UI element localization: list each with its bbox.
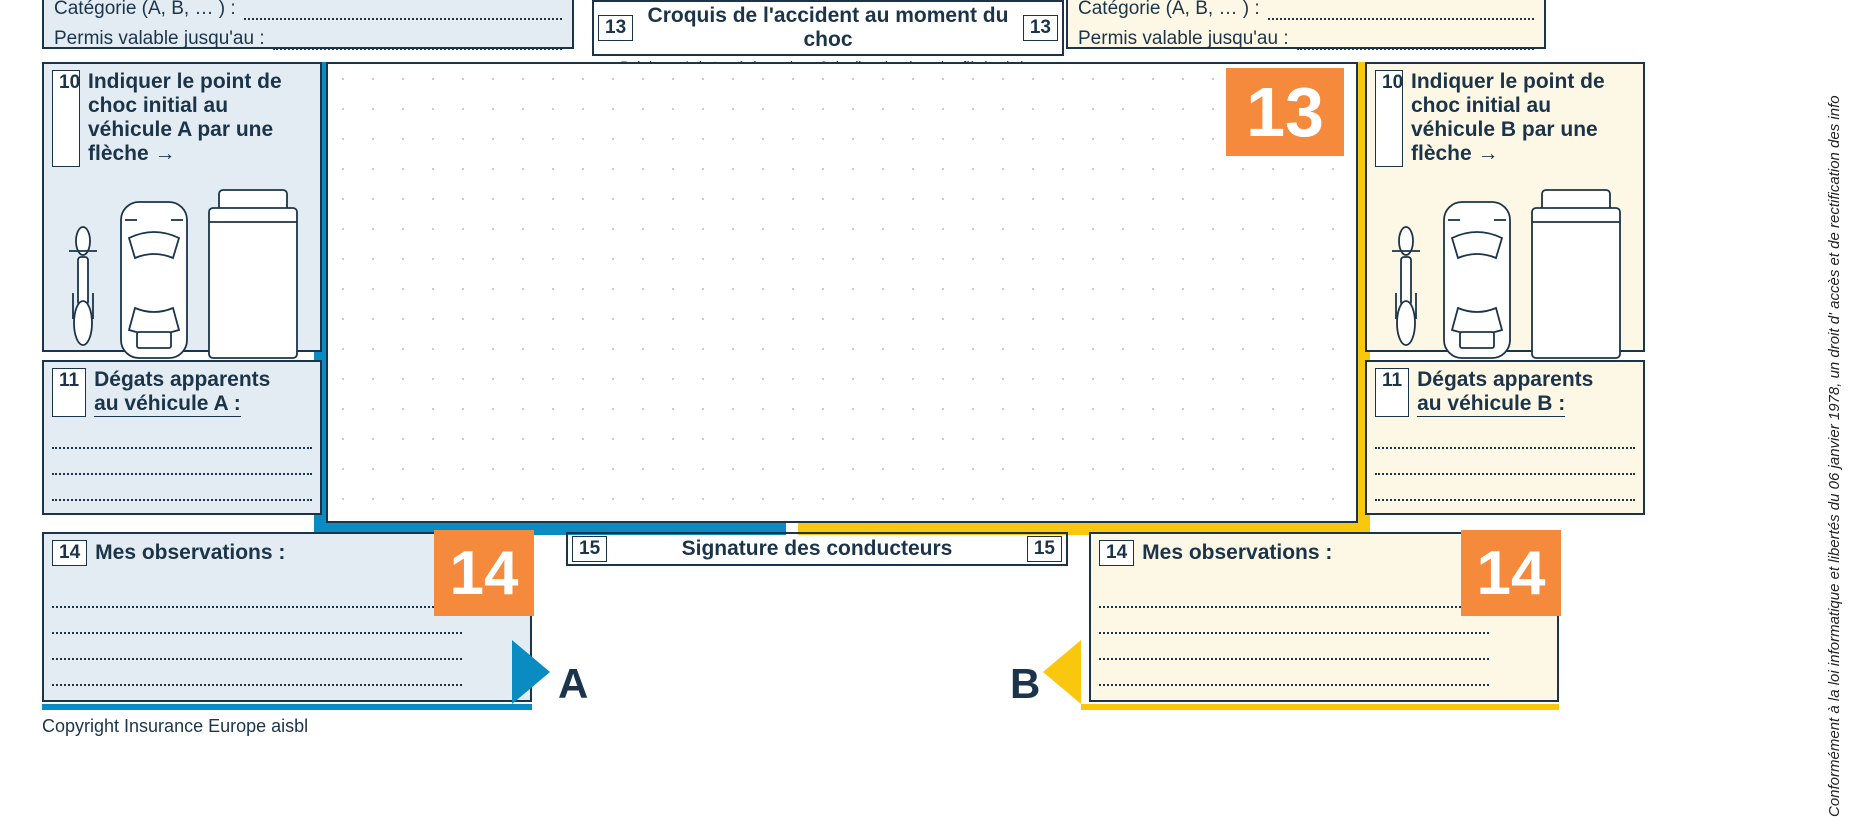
label-permis-b: Permis valable jusqu'au : <box>1078 28 1289 50</box>
section-11b-l2: au véhicule B : <box>1417 392 1565 417</box>
input-permis-b[interactable] <box>1297 28 1534 50</box>
section-11b-l1: Dégats apparents <box>1417 368 1593 392</box>
section-15-title: Signature des conducteurs <box>615 537 1019 561</box>
section-11a-num: 11 <box>52 368 86 417</box>
vehicles-a[interactable] <box>44 188 320 363</box>
input-permis-a[interactable] <box>273 28 562 50</box>
section-10-a: 10 Indiquer le point de choc initial au … <box>42 62 322 352</box>
section-10b-num: 10 <box>1375 70 1403 167</box>
truck-icon <box>1526 188 1626 363</box>
section-11a-l1: Dégats apparents <box>94 368 270 392</box>
tag-13: 13 <box>1226 68 1344 156</box>
letter-b: B <box>1010 660 1040 708</box>
tag-14-b: 14 <box>1461 530 1561 616</box>
car-icon <box>115 198 193 363</box>
section-11b-lines[interactable] <box>1375 423 1635 501</box>
section-13-title: Croquis de l'accident au moment du choc <box>641 4 1015 52</box>
section-15: 15 Signature des conducteurs 15 <box>566 532 1068 566</box>
section-10-b: 10 Indiquer le point de choc initial au … <box>1365 62 1645 352</box>
motorcycle-icon <box>1384 223 1428 363</box>
section-11a-lines[interactable] <box>52 423 312 501</box>
section-11a-l2: au véhicule A : <box>94 392 241 417</box>
section-11-b: 11 Dégats apparents au véhicule B : <box>1365 360 1645 515</box>
sketch-grid[interactable] <box>326 62 1358 523</box>
section-10a-title: Indiquer le point de choc initial au véh… <box>88 70 312 167</box>
section-14-b: 14 Mes observations : 14 <box>1089 532 1559 702</box>
section-10b-title: Indiquer le point de choc initial au véh… <box>1411 70 1635 167</box>
label-categorie-b: Catégorie (A, B, … ) : <box>1078 0 1260 20</box>
section-10a-num: 10 <box>52 70 80 167</box>
section-14b-num: 14 <box>1099 540 1134 566</box>
tag-14-a: 14 <box>434 530 534 616</box>
car-icon <box>1438 198 1516 363</box>
section-14a-title: Mes observations : <box>95 541 285 565</box>
underline-a <box>42 704 532 710</box>
arrow-b-icon <box>1043 640 1081 704</box>
section-14b-title: Mes observations : <box>1142 541 1332 565</box>
arrow-a-icon <box>512 640 550 704</box>
input-categorie-a[interactable] <box>244 0 562 20</box>
underline-b <box>1081 704 1559 710</box>
top-right-driver-info: Catégorie (A, B, … ) : Permis valable ju… <box>1066 0 1546 49</box>
copyright: Copyright Insurance Europe aisbl <box>42 716 308 737</box>
input-categorie-b[interactable] <box>1268 0 1534 20</box>
section-15-num-left: 15 <box>572 536 607 562</box>
section-15-num-right: 15 <box>1027 536 1062 562</box>
motorcycle-icon <box>61 223 105 363</box>
section-11b-num: 11 <box>1375 368 1409 417</box>
section-14a-num: 14 <box>52 540 87 566</box>
vehicles-b[interactable] <box>1367 188 1643 363</box>
section-13-num-left: 13 <box>598 15 633 41</box>
letter-a: A <box>558 660 588 708</box>
side-legal-text: Conformément à la loi informatique et li… <box>1826 0 1856 817</box>
label-permis: Permis valable jusqu'au : <box>54 28 265 50</box>
section-11-a: 11 Dégats apparents au véhicule A : <box>42 360 322 515</box>
top-left-driver-info: Catégorie (A, B, … ) : Permis valable ju… <box>42 0 574 49</box>
truck-icon <box>203 188 303 363</box>
section-13-num-right: 13 <box>1023 15 1058 41</box>
section-14-a: 14 Mes observations : 14 <box>42 532 532 702</box>
label-categorie: Catégorie (A, B, … ) : <box>54 0 236 20</box>
sketch-frame: 13 <box>326 62 1358 523</box>
